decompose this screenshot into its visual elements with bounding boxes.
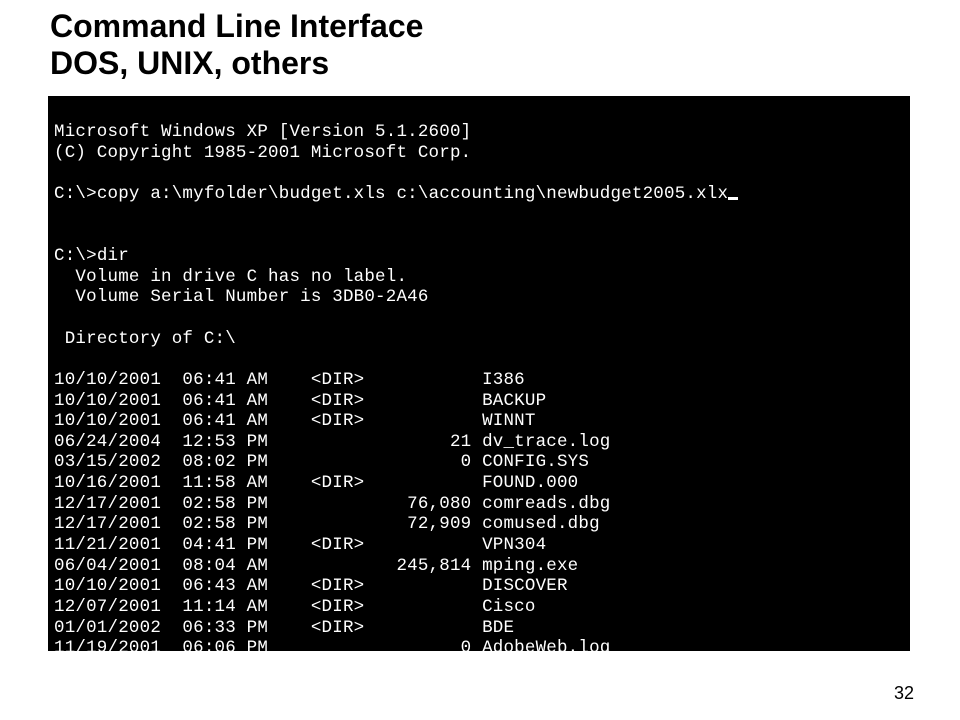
slide-title: Command Line Interface DOS, UNIX, others (0, 0, 960, 96)
directory-of-line: Directory of C:\ (54, 329, 236, 349)
page-number: 32 (894, 683, 914, 704)
copyright-line: (C) Copyright 1985-2001 Microsoft Corp. (54, 143, 471, 163)
slide-title-line2: DOS, UNIX, others (50, 45, 910, 82)
volume-label-line: Volume in drive C has no label. (54, 267, 407, 287)
copy-command: copy a:\myfolder\budget.xls c:\accountin… (97, 184, 728, 204)
slide-title-line1: Command Line Interface (50, 8, 910, 45)
dos-terminal[interactable]: Microsoft Windows XP [Version 5.1.2600] … (48, 96, 910, 651)
directory-listing: 10/10/2001 06:41 AM <DIR> I386 10/10/200… (54, 370, 904, 651)
dir-command: dir (97, 246, 129, 266)
prompt: C:\> (54, 246, 97, 266)
os-version-line: Microsoft Windows XP [Version 5.1.2600] (54, 122, 471, 142)
cursor-icon (728, 197, 738, 200)
volume-serial-line: Volume Serial Number is 3DB0-2A46 (54, 287, 429, 307)
prompt: C:\> (54, 184, 97, 204)
